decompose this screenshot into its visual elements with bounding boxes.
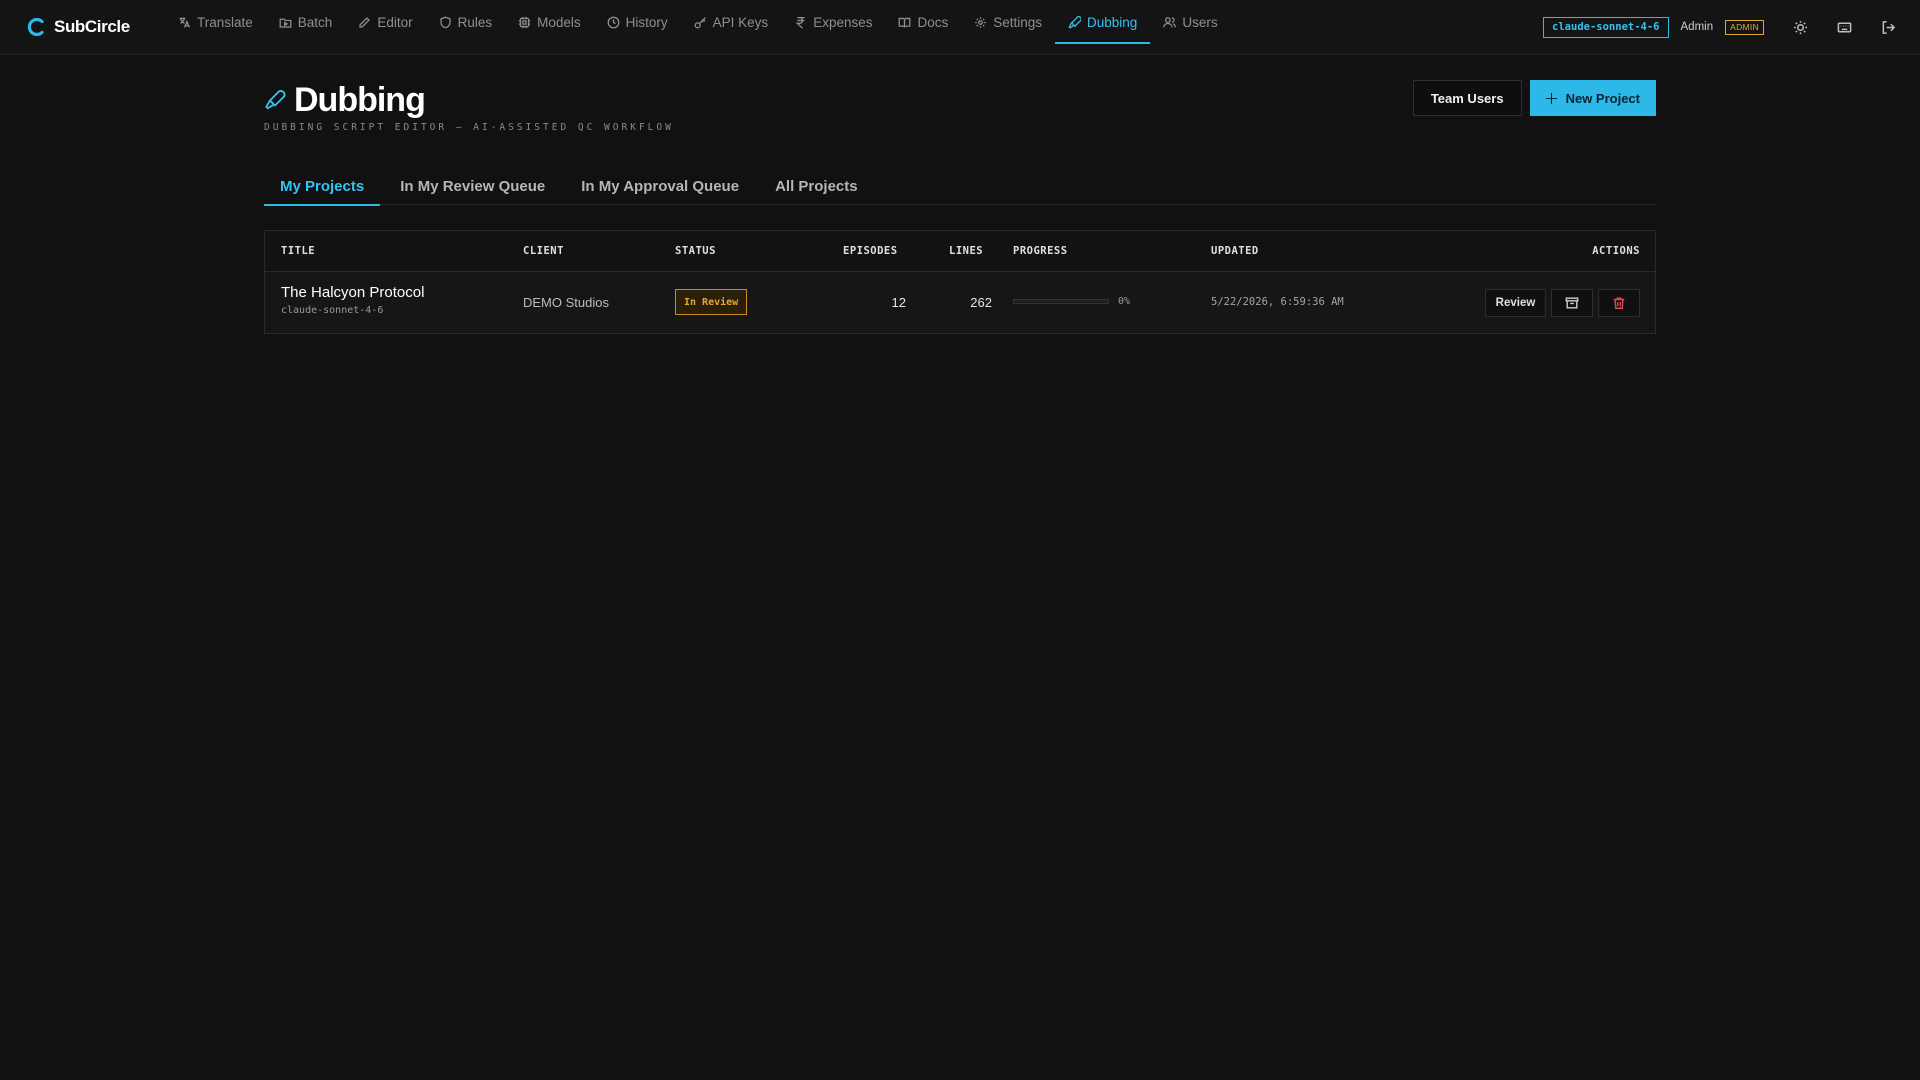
nav-item-label: Rules: [457, 14, 493, 30]
tab-all-projects[interactable]: All Projects: [759, 167, 874, 205]
lines-count: 262: [970, 295, 992, 310]
key-icon: [694, 16, 706, 28]
microphone-icon: [1068, 15, 1082, 29]
status-cell: In Review: [675, 289, 748, 315]
review-button[interactable]: Review: [1485, 289, 1546, 317]
rupee-icon: [795, 16, 805, 29]
nav-item-settings[interactable]: Settings: [961, 0, 1055, 44]
column-header-actions: ACTIONS: [1592, 245, 1640, 257]
header-actions: Team Users New Project: [1412, 80, 1656, 116]
sun-icon: [1793, 20, 1807, 34]
table-row[interactable]: The Halcyon Protocol claude-sonnet-4-6 D…: [265, 272, 1655, 333]
nav-item-label: Settings: [993, 14, 1043, 30]
nav-item-batch[interactable]: Batch: [266, 0, 346, 44]
table-header: TITLE CLIENT STATUS EPISODES LINES PROGR…: [265, 231, 1655, 272]
topbar-tools: claude-sonnet-4-6 Admin ADMIN: [1543, 16, 1896, 38]
nav-item-expenses[interactable]: Expenses: [781, 0, 885, 44]
page-title: Dubbing: [294, 81, 426, 119]
nav-item-label: History: [625, 14, 668, 30]
row-actions: Review: [1485, 289, 1640, 317]
progress-percent: 0%: [1118, 296, 1131, 307]
column-header-progress: PROGRESS: [1013, 245, 1068, 257]
nav-item-label: Models: [537, 14, 581, 30]
logout-button[interactable]: [1880, 19, 1896, 35]
team-users-button[interactable]: Team Users: [1412, 80, 1522, 116]
nav-item-editor[interactable]: Editor: [345, 0, 425, 44]
status-badge: In Review: [675, 289, 748, 315]
nav-item-api-keys[interactable]: API Keys: [681, 0, 782, 44]
new-project-button[interactable]: New Project: [1529, 80, 1656, 116]
tab-review-queue[interactable]: In My Review Queue: [384, 167, 561, 205]
new-project-label: New Project: [1565, 90, 1640, 106]
updated-timestamp: 5/22/2026, 6:59:36 AM: [1211, 296, 1344, 308]
column-header-title: TITLE: [281, 245, 316, 257]
project-title-cell: The Halcyon Protocol claude-sonnet-4-6: [281, 284, 424, 316]
app-name: SubCircle: [54, 17, 130, 36]
clock-icon: [607, 16, 620, 28]
column-header-updated: UPDATED: [1211, 245, 1259, 257]
microphone-icon: [265, 90, 286, 110]
subcircle-logo-icon: [27, 17, 44, 37]
project-title[interactable]: The Halcyon Protocol: [281, 284, 424, 301]
nav-item-label: Expenses: [813, 14, 873, 30]
progress-cell: 0%: [1013, 296, 1130, 307]
nav-item-label: Dubbing: [1087, 14, 1138, 30]
episodes-count: 12: [891, 295, 906, 310]
project-client: DEMO Studios: [523, 295, 609, 310]
nav-item-history[interactable]: History: [594, 0, 681, 44]
nav-item-translate[interactable]: Translate: [165, 0, 266, 44]
archive-button[interactable]: [1551, 289, 1593, 317]
nav-item-label: API Keys: [712, 14, 769, 30]
logo[interactable]: SubCircle: [27, 15, 130, 39]
page-subtitle: DUBBING SCRIPT EDITOR — AI-ASSISTED QC W…: [264, 122, 674, 133]
project-tabs: My Projects In My Review Queue In My App…: [264, 167, 1656, 206]
top-navbar: SubCircle Translate Batch Editor Rules M…: [0, 0, 1920, 55]
tab-my-projects[interactable]: My Projects: [264, 167, 381, 206]
nav-item-models[interactable]: Models: [505, 0, 594, 44]
archive-icon: [1565, 297, 1579, 309]
column-header-client: CLIENT: [523, 245, 564, 257]
cpu-icon: [518, 16, 531, 28]
column-header-lines: LINES: [949, 245, 984, 257]
nav-item-label: Batch: [297, 14, 333, 30]
delete-button[interactable]: [1598, 289, 1640, 317]
book-icon: [899, 17, 911, 28]
model-selector[interactable]: claude-sonnet-4-6: [1543, 16, 1669, 38]
pencil-icon: [359, 16, 371, 28]
user-name: Admin: [1680, 21, 1714, 33]
tab-approval-queue[interactable]: In My Approval Queue: [565, 167, 755, 205]
project-model: claude-sonnet-4-6: [281, 305, 384, 316]
nav-item-docs[interactable]: Docs: [885, 0, 961, 44]
nav-item-users[interactable]: Users: [1150, 0, 1230, 44]
keyboard-shortcuts-button[interactable]: [1836, 19, 1852, 35]
trash-icon: [1613, 297, 1625, 309]
nav-item-dubbing[interactable]: Dubbing: [1055, 0, 1151, 44]
gear-icon: [975, 16, 987, 28]
projects-table: TITLE CLIENT STATUS EPISODES LINES PROGR…: [264, 230, 1656, 334]
page-header: Dubbing DUBBING SCRIPT EDITOR — AI-ASSIS…: [264, 80, 674, 133]
plus-icon: [1545, 92, 1557, 104]
shield-icon: [439, 16, 451, 28]
nav-item-label: Users: [1182, 14, 1218, 30]
column-header-episodes: EPISODES: [843, 245, 898, 257]
progress-bar: [1013, 299, 1109, 304]
theme-toggle-button[interactable]: [1792, 19, 1808, 35]
logout-icon: [1882, 20, 1895, 34]
nav-item-rules[interactable]: Rules: [426, 0, 506, 44]
nav-item-label: Editor: [377, 14, 413, 30]
users-icon: [1163, 16, 1177, 27]
title-row: Dubbing: [264, 80, 674, 120]
folder-play-icon: [279, 18, 292, 28]
main-nav: Translate Batch Editor Rules Models Hist…: [165, 0, 1231, 44]
role-badge: ADMIN: [1725, 19, 1764, 35]
keyboard-icon: [1837, 22, 1851, 32]
translate-icon: [179, 17, 190, 28]
column-header-status: STATUS: [675, 245, 716, 257]
nav-item-label: Translate: [197, 14, 253, 30]
nav-item-label: Docs: [917, 14, 949, 30]
